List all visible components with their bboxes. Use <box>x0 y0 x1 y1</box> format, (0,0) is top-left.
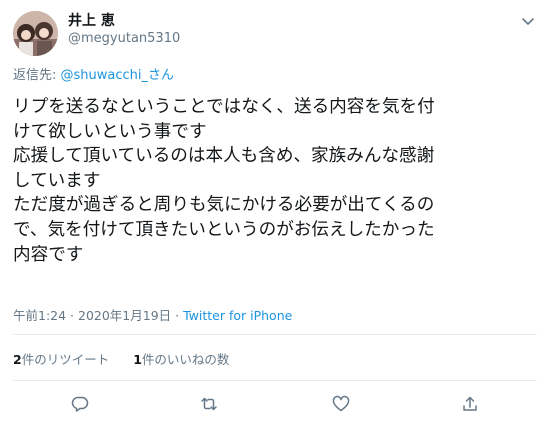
author-handle[interactable]: @megyutan5310 <box>68 31 180 46</box>
tweet-line: けて欲しいという事です <box>13 121 207 142</box>
likes-count: 1 <box>133 352 142 367</box>
chevron-down-icon[interactable] <box>520 13 536 29</box>
likes-label: 件のいいねの数 <box>141 352 230 367</box>
tweet-line: 応援して頂いているのは本人も含め、家族みんな感謝 <box>13 146 435 167</box>
author-name[interactable]: 井上 恵 <box>68 10 115 30</box>
retweets-stat[interactable]: 2件のリツイート <box>13 352 109 367</box>
reply-context: 返信先: @shuwacchi_さん <box>13 64 174 83</box>
tweet-date[interactable]: 2020年1月19日 <box>78 308 171 323</box>
heart-icon[interactable] <box>331 394 351 414</box>
retweets-label: 件のリツイート <box>21 352 110 367</box>
meta-separator: · <box>66 308 78 323</box>
tweet-line: で、気を付けて頂きたいというのがお伝えしたかった <box>13 219 435 240</box>
meta-separator: · <box>171 308 184 323</box>
avatar[interactable] <box>13 11 58 56</box>
tweet-stats: 2件のリツイート 1件のいいねの数 <box>13 349 229 368</box>
reply-icon[interactable] <box>70 394 90 414</box>
reply-prefix: 返信先: <box>13 68 61 83</box>
tweet-line: ただ度が過ぎると周りも気にかける必要が出てくるの <box>13 195 435 216</box>
tweet-meta: 午前1:24 · 2020年1月19日 · Twitter for iPhone <box>13 305 292 324</box>
tweet-line: リプを送るなということではなく、送る内容を気を付 <box>13 97 435 117</box>
tweet-line: しています <box>13 170 101 191</box>
divider <box>13 380 537 381</box>
likes-stat[interactable]: 1件のいいねの数 <box>133 352 229 367</box>
tweet-text: リプを送るなということではなく、送る内容を気を付 けて欲しいという事です 応援し… <box>13 95 540 267</box>
retweet-icon[interactable] <box>199 394 219 414</box>
tweet-source-link[interactable]: Twitter for iPhone <box>183 308 292 323</box>
tweet-time[interactable]: 午前1:24 <box>13 308 66 323</box>
share-icon[interactable] <box>460 394 480 414</box>
divider <box>13 334 537 335</box>
avatar-photo <box>13 11 58 56</box>
tweet-line: 内容です <box>13 244 84 265</box>
reply-mention-link[interactable]: @shuwacchi_さん <box>61 68 175 83</box>
retweets-count: 2 <box>13 352 22 367</box>
